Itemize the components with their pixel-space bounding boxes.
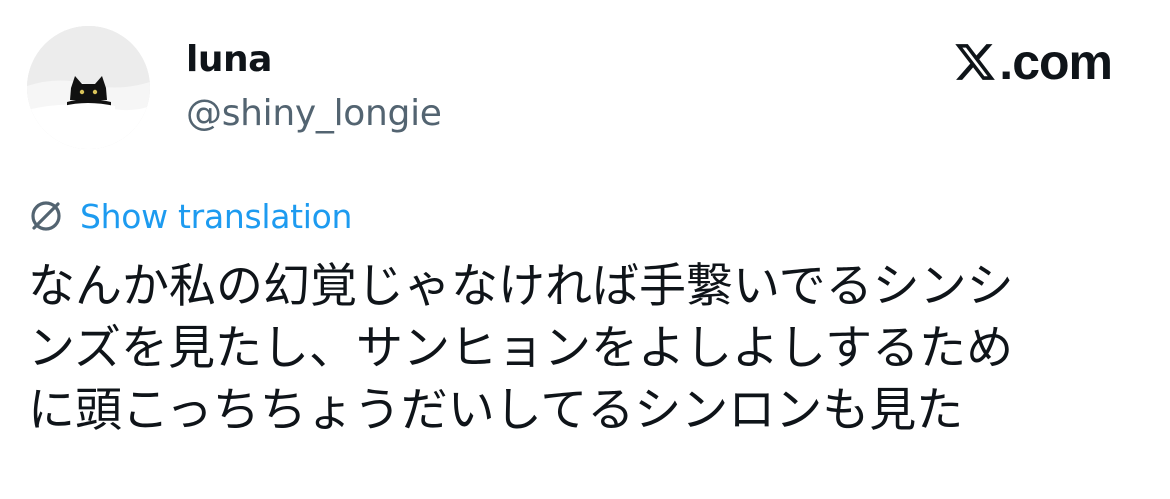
brand-label: .com [999, 34, 1113, 90]
tweet-text-line: に頭こっちちょうだいしてるシンロンも見た [28, 383, 964, 438]
tweet-card: luna @shiny_longie .com Show translation… [0, 0, 1170, 499]
x-logo-icon [955, 44, 996, 80]
x-brand: .com [953, 34, 1113, 90]
globe-icon [31, 201, 61, 231]
avatar[interactable] [27, 26, 150, 149]
black-cat-avatar-icon [27, 26, 150, 149]
display-name[interactable]: luna [186, 38, 272, 82]
show-translation-label[interactable]: Show translation [80, 197, 352, 236]
user-handle[interactable]: @shiny_longie [186, 92, 442, 136]
tweet-text-line: なんか私の幻覚じゃなければ手繋いでるシンシ [28, 259, 1014, 314]
tweet-text-line: ンズを見たし、サンヒョンをよしよしするため [28, 321, 1014, 376]
tweet-text: なんか私の幻覚じゃなければ手繋いでるシンシ ンズを見たし、サンヒョンをよしよしす… [28, 256, 1128, 442]
show-translation-link[interactable]: Show translation [28, 194, 352, 238]
